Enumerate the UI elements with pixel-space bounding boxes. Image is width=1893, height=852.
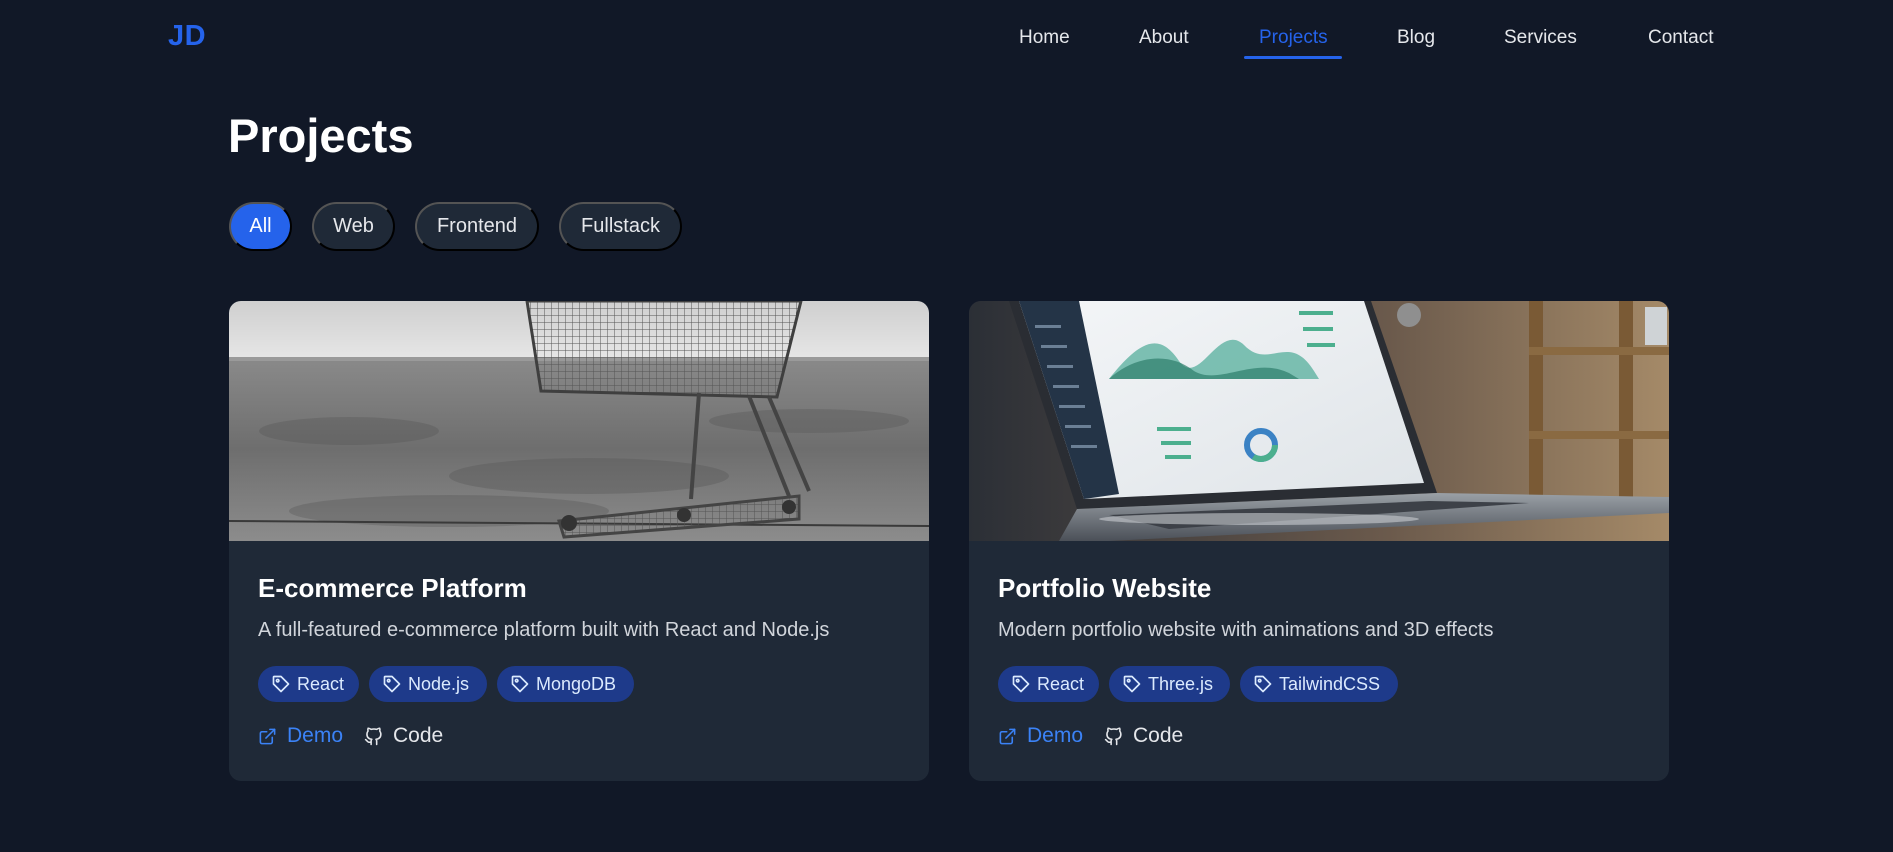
page-title: Projects xyxy=(228,109,414,162)
nav-link-projects[interactable]: Projects xyxy=(1259,24,1328,60)
tag-label: MongoDB xyxy=(536,673,617,694)
project-description: Modern portfolio website with animations… xyxy=(998,619,1494,641)
tag-threejs: Three.js xyxy=(1109,666,1230,702)
tag-label: React xyxy=(1037,673,1085,694)
project-title: E-commerce Platform xyxy=(258,573,527,603)
tag-label: Three.js xyxy=(1148,673,1214,694)
tag-icon xyxy=(1012,675,1030,693)
tag-icon xyxy=(1123,675,1141,693)
project-image-laptop xyxy=(969,301,1669,541)
code-label: Code xyxy=(1133,724,1184,747)
demo-link[interactable]: Demo xyxy=(258,721,343,751)
laptop-dashboard-photo xyxy=(969,301,1669,541)
projects-page: JD Home About Projects Blog Services Con… xyxy=(0,0,1893,852)
shopping-cart-photo xyxy=(229,301,929,541)
nav-link-contact[interactable]: Contact xyxy=(1648,24,1713,60)
tag-nodejs: Node.js xyxy=(369,666,487,702)
code-link[interactable]: Code xyxy=(1104,721,1183,751)
external-link-icon xyxy=(999,728,1016,744)
filter-fullstack[interactable]: Fullstack xyxy=(559,202,682,251)
tag-react: React xyxy=(998,666,1099,702)
nav-link-blog[interactable]: Blog xyxy=(1397,24,1435,60)
project-description: A full-featured e-commerce platform buil… xyxy=(258,619,830,641)
github-icon xyxy=(1104,726,1122,745)
tag-icon xyxy=(383,675,401,693)
github-icon xyxy=(364,726,382,745)
tag-icon xyxy=(511,675,529,693)
project-title: Portfolio Website xyxy=(998,573,1212,603)
project-card: Portfolio Website Modern portfolio websi… xyxy=(969,301,1669,781)
filter-frontend[interactable]: Frontend xyxy=(415,202,539,251)
site-logo[interactable]: JD xyxy=(168,20,206,53)
nav-link-services[interactable]: Services xyxy=(1504,24,1577,60)
project-image-shopping-cart xyxy=(229,301,929,541)
demo-label: Demo xyxy=(287,724,344,747)
nav-link-home[interactable]: Home xyxy=(1019,24,1070,60)
filter-web[interactable]: Web xyxy=(312,202,395,251)
nav-link-about[interactable]: About xyxy=(1139,24,1189,60)
demo-link[interactable]: Demo xyxy=(998,721,1083,751)
demo-label: Demo xyxy=(1027,724,1084,747)
project-card: E-commerce Platform A full-featured e-co… xyxy=(229,301,929,781)
code-label: Code xyxy=(393,724,444,747)
tag-icon xyxy=(272,675,290,693)
tag-mongodb: MongoDB xyxy=(497,666,634,702)
active-nav-indicator xyxy=(1244,56,1342,59)
tag-icon xyxy=(1254,675,1272,693)
external-link-icon xyxy=(259,728,276,744)
tag-label: React xyxy=(297,673,345,694)
tag-react: React xyxy=(258,666,359,702)
code-link[interactable]: Code xyxy=(364,721,443,751)
navbar: JD Home About Projects Blog Services Con… xyxy=(0,0,1893,76)
tag-label: TailwindCSS xyxy=(1279,673,1381,694)
tag-tailwindcss: TailwindCSS xyxy=(1240,666,1398,702)
filter-all[interactable]: All xyxy=(229,202,292,251)
tag-label: Node.js xyxy=(408,673,470,694)
